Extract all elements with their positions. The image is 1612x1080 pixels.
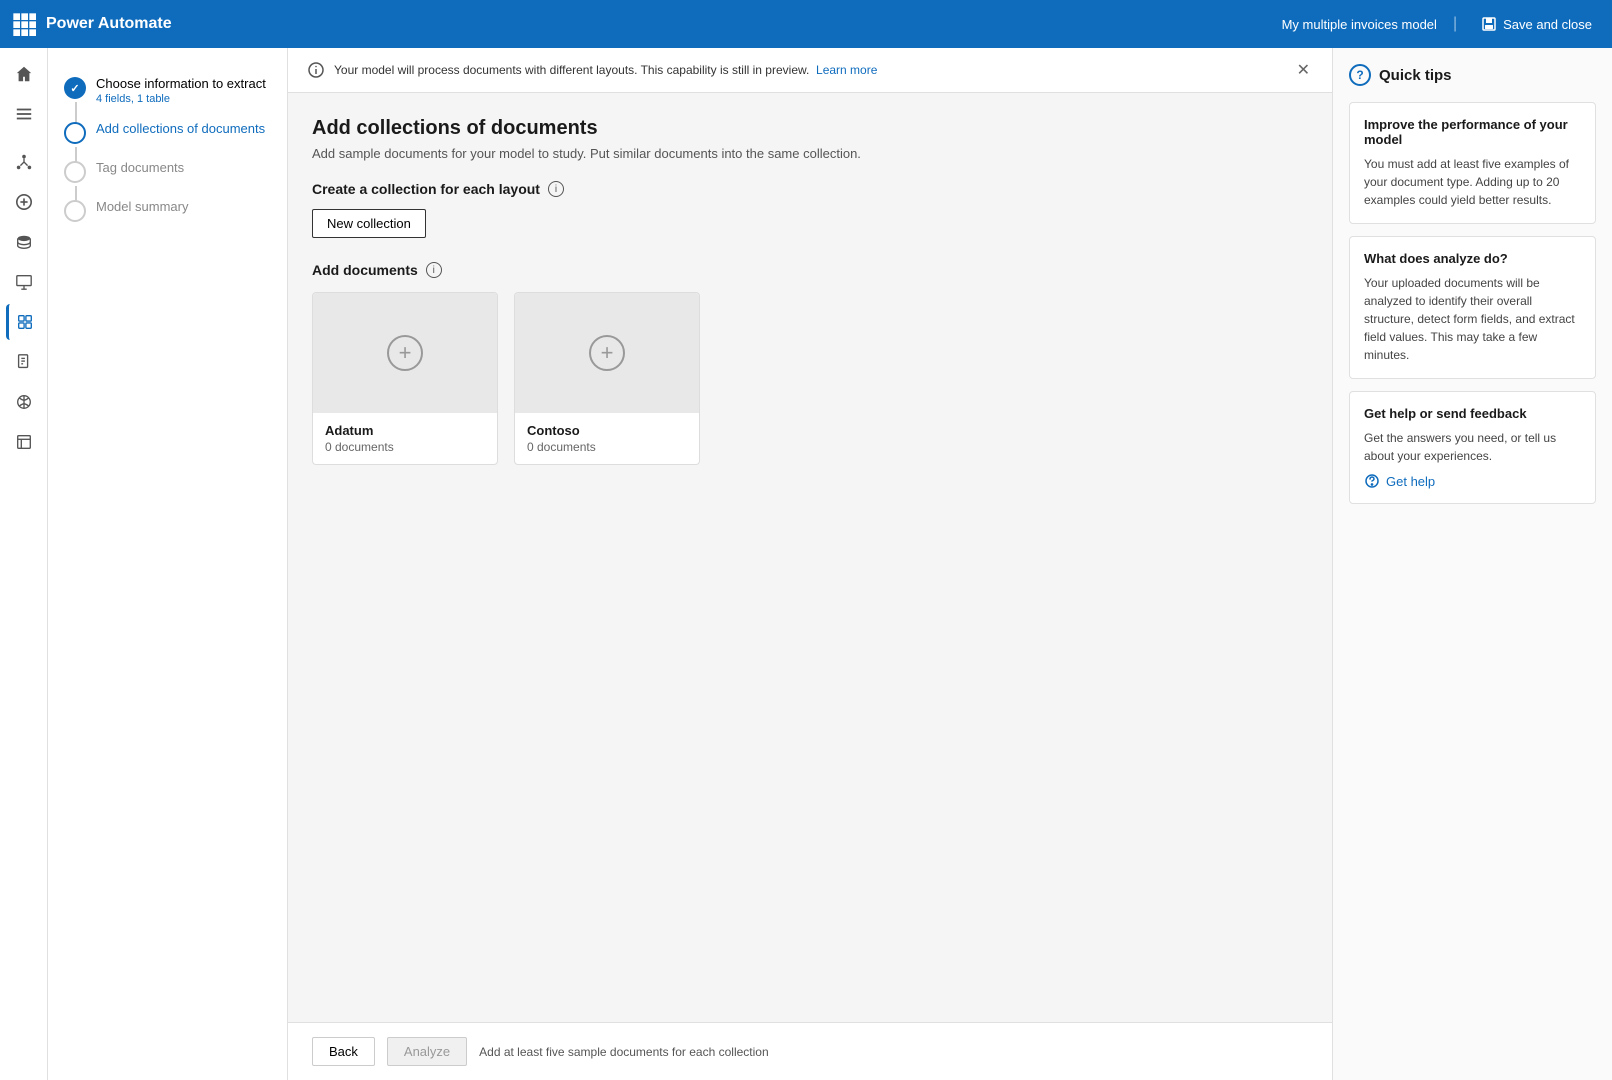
app-title: Power Automate (46, 15, 1282, 33)
step-content-4: Model summary (96, 199, 188, 214)
info-banner-icon (308, 62, 324, 78)
step-item-add-collections: Add collections of documents (64, 113, 271, 152)
step-circle-4 (64, 200, 86, 222)
sidebar-item-data[interactable] (6, 224, 42, 260)
add-documents-header: Add documents i (312, 262, 1308, 278)
step-content-3: Tag documents (96, 160, 184, 175)
back-button[interactable]: Back (312, 1037, 375, 1066)
step-content-2: Add collections of documents (96, 121, 265, 136)
add-docs-plus-contoso[interactable]: + (589, 335, 625, 371)
step-item-tag-documents: Tag documents (64, 152, 271, 191)
card-image-contoso: + (515, 293, 699, 413)
step-item-choose-info: ✓ Choose information to extract 4 fields… (64, 68, 271, 113)
tip-title-performance: Improve the performance of your model (1364, 117, 1581, 147)
content-scroll: Add collections of documents Add sample … (288, 93, 1332, 1022)
step-subtitle-1: 4 fields, 1 table (96, 93, 266, 105)
card-name-adatum: Adatum (325, 423, 485, 438)
step-content-1: Choose information to extract 4 fields, … (96, 76, 266, 105)
bottom-bar: Back Analyze Add at least five sample do… (288, 1022, 1332, 1080)
tip-title-help: Get help or send feedback (1364, 406, 1581, 421)
step-circle-1: ✓ (64, 77, 86, 99)
sidebar-item-documents[interactable] (6, 344, 42, 380)
card-name-contoso: Contoso (527, 423, 687, 438)
info-banner: Your model will process documents with d… (288, 48, 1332, 93)
step-title-2: Add collections of documents (96, 121, 265, 136)
add-documents-info-icon[interactable]: i (426, 262, 442, 278)
step-title-4: Model summary (96, 199, 188, 214)
create-collection-info-icon[interactable]: i (548, 181, 564, 197)
banner-message: Your model will process documents with d… (334, 63, 1285, 77)
sidebar-item-flows[interactable] (6, 144, 42, 180)
sidebar-item-home[interactable] (6, 56, 42, 92)
sidebar-item-menu[interactable] (6, 96, 42, 132)
page-title: Add collections of documents (312, 117, 1308, 140)
sidebar-item-monitor[interactable] (6, 264, 42, 300)
card-docs-adatum: 0 documents (325, 440, 485, 454)
create-collection-header: Create a collection for each layout i (312, 181, 1308, 197)
quick-tips-panel: ? Quick tips Improve the performance of … (1332, 48, 1612, 1080)
add-documents-title: Add documents (312, 262, 418, 278)
tip-card-analyze: What does analyze do? Your uploaded docu… (1349, 236, 1596, 379)
create-collection-title: Create a collection for each layout (312, 181, 540, 197)
tip-title-analyze: What does analyze do? (1364, 251, 1581, 266)
get-help-link[interactable]: Get help (1364, 473, 1581, 489)
content-area: Your model will process documents with d… (288, 48, 1332, 1080)
quick-tips-header: ? Quick tips (1349, 64, 1596, 86)
steps-sidebar: ✓ Choose information to extract 4 fields… (48, 48, 288, 1080)
top-bar: Power Automate My multiple invoices mode… (0, 0, 1612, 48)
sidebar-item-solutions[interactable] (6, 384, 42, 420)
bottom-hint: Add at least five sample documents for e… (479, 1045, 769, 1059)
close-banner-button[interactable]: ✕ (1295, 58, 1312, 82)
new-collection-button[interactable]: New collection (312, 209, 426, 238)
collections-grid: + Adatum 0 documents + (312, 292, 1308, 465)
step-circle-2 (64, 122, 86, 144)
question-icon: ? (1349, 64, 1371, 86)
step-title-3: Tag documents (96, 160, 184, 175)
icon-sidebar (0, 48, 48, 1080)
sidebar-item-ai-models[interactable] (6, 304, 42, 340)
analyze-button: Analyze (387, 1037, 467, 1066)
save-close-label: Save and close (1503, 17, 1592, 32)
tip-text-performance: You must add at least five examples of y… (1364, 155, 1581, 209)
tip-text-help: Get the answers you need, or tell us abo… (1364, 429, 1581, 465)
card-image-adatum: + (313, 293, 497, 413)
step-item-model-summary: Model summary (64, 191, 271, 230)
sidebar-item-create[interactable] (6, 184, 42, 220)
tip-card-performance: Improve the performance of your model Yo… (1349, 102, 1596, 224)
sidebar-item-learn[interactable] (6, 424, 42, 460)
page-subtitle: Add sample documents for your model to s… (312, 146, 1308, 161)
top-bar-right: My multiple invoices model | Save and cl… (1282, 12, 1600, 36)
get-help-label: Get help (1386, 474, 1435, 489)
learn-more-link[interactable]: Learn more (816, 63, 877, 77)
card-docs-contoso: 0 documents (527, 440, 687, 454)
main-layout: ✓ Choose information to extract 4 fields… (0, 48, 1612, 1080)
apps-grid-icon[interactable] (12, 12, 36, 36)
add-documents-section: Add documents i + Adatum 0 documents (312, 262, 1308, 465)
add-docs-plus-adatum[interactable]: + (387, 335, 423, 371)
step-title-1: Choose information to extract (96, 76, 266, 91)
collection-card-contoso[interactable]: + Contoso 0 documents (514, 292, 700, 465)
tip-card-help: Get help or send feedback Get the answer… (1349, 391, 1596, 504)
get-help-icon (1364, 473, 1380, 489)
step-circle-3 (64, 161, 86, 183)
tip-text-analyze: Your uploaded documents will be analyzed… (1364, 274, 1581, 364)
save-close-button[interactable]: Save and close (1473, 12, 1600, 36)
quick-tips-title: Quick tips (1379, 67, 1452, 84)
collection-card-adatum[interactable]: + Adatum 0 documents (312, 292, 498, 465)
model-name-label: My multiple invoices model (1282, 17, 1437, 32)
